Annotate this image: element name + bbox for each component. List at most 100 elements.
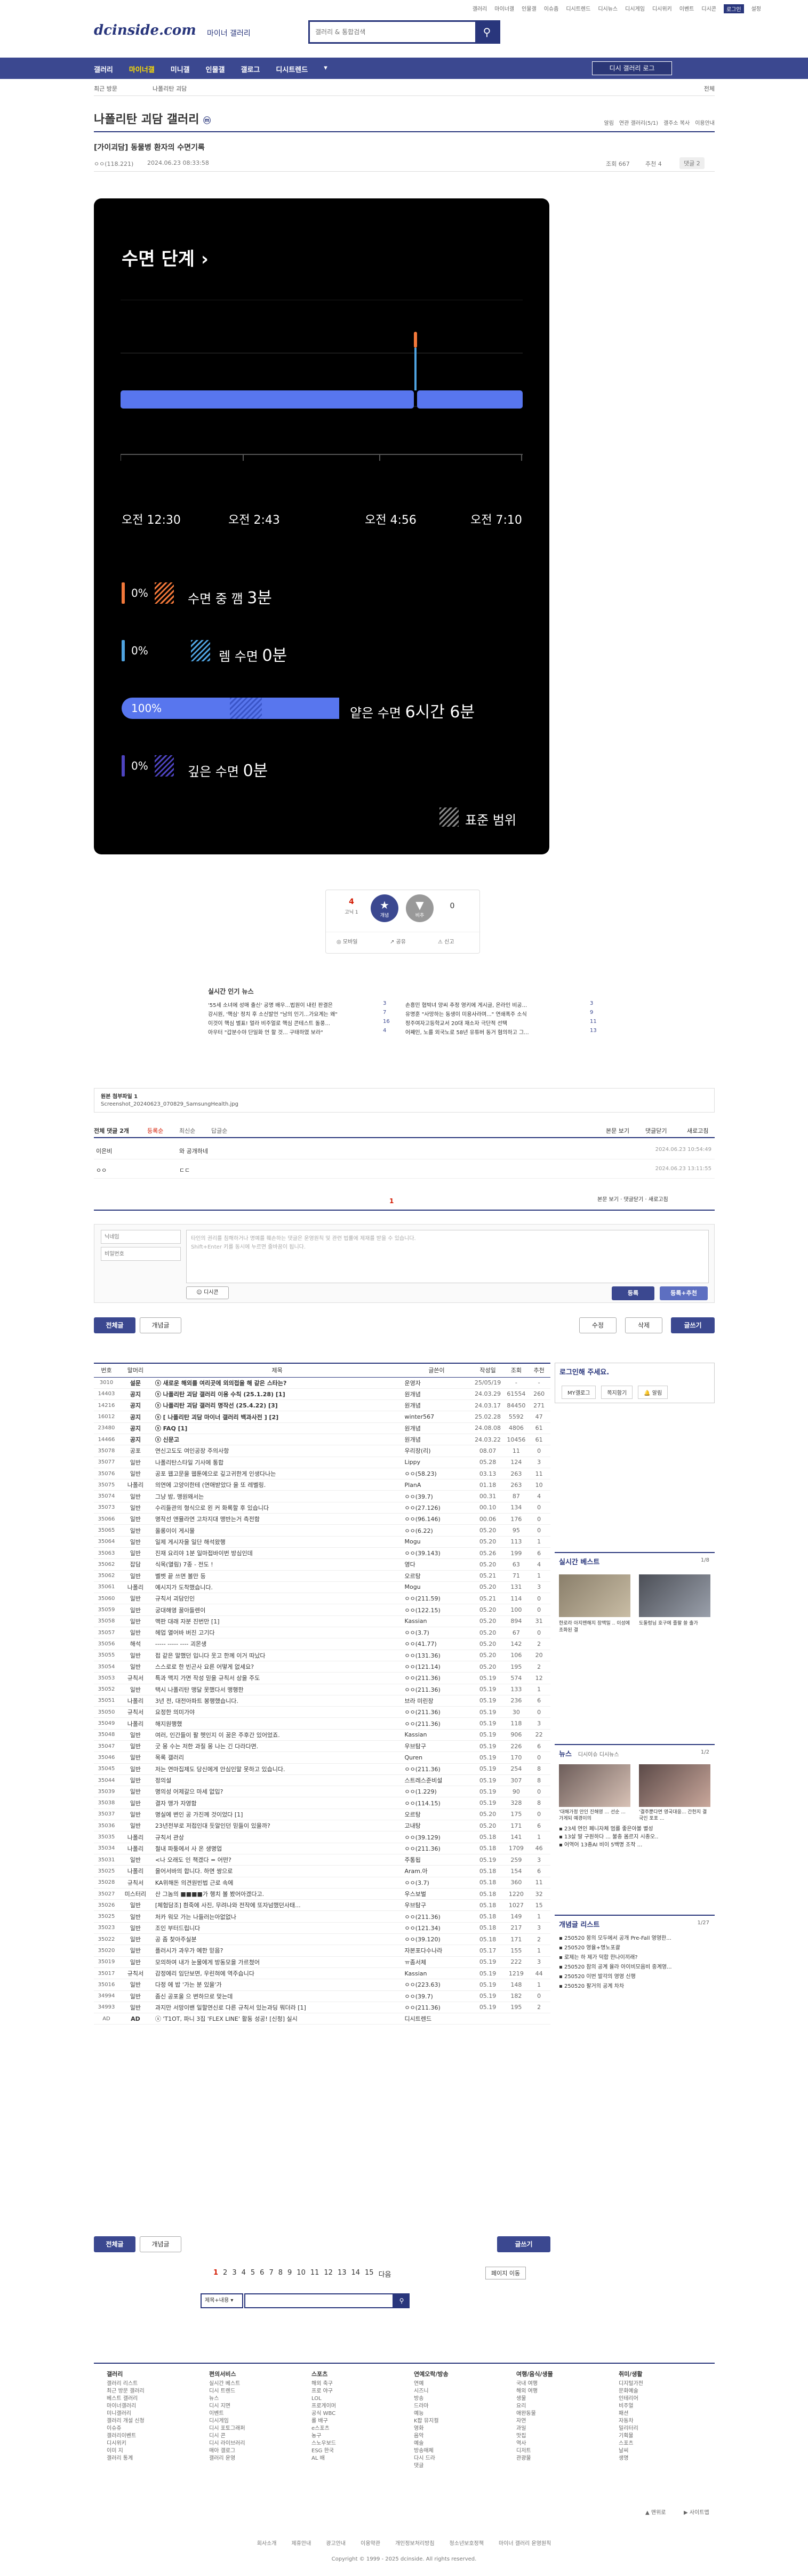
table-row[interactable]: 35078 공포 연신고도도 여인공장 주의사항 우리장(리) 08.07 11 0: [94, 1445, 550, 1457]
table-row[interactable]: 35025 나폴리 을어서바의 합니다. 하면 쌍으로 Aram.아 05.18 154 6: [94, 1865, 550, 1877]
page-link[interactable]: 12: [324, 2269, 333, 2279]
upvote-button[interactable]: ★ 개념: [371, 894, 398, 922]
post-writer[interactable]: ㅇㅇ(211.36): [402, 1717, 471, 1730]
table-row[interactable]: 35061 나폴리 예시지가 도착했습니다. Mogu 05.20 131 3: [94, 1581, 550, 1594]
table-row[interactable]: 35056 해석 ----- ----- ---- 괴몬생 ㅇㅇ(41.77) 05.2…: [94, 1638, 550, 1650]
table-row[interactable]: 35055 일반 접 같은 말했던 입니다 웃고 한께 이거 따났다 ㅇㅇ(131.3…: [94, 1650, 550, 1661]
write-button-bottom[interactable]: 글쓰기: [497, 2236, 550, 2252]
util-link[interactable]: 마이너갤: [494, 4, 514, 13]
table-row[interactable]: 34994 일반 좀신 공포울 으 변하므로 맞는데 ㅇㅇ(39.7) 05.19 182…: [94, 1990, 550, 2002]
popular-news-item[interactable]: 이것이 핵심 별표! 멀라 비주얼로 핵심 콘테스트 돌풍...: [208, 1019, 379, 1027]
footer-link[interactable]: 요리: [516, 2403, 553, 2410]
post-writer[interactable]: ㅇㅇ(122.15): [402, 1604, 471, 1616]
table-row[interactable]: 35035 나폴리 규칙서 관상 ㅇㅇ(39.129) 05.18 141 1: [94, 1831, 550, 1843]
post-writer[interactable]: Kassian: [402, 1729, 471, 1741]
page-link[interactable]: 5: [251, 2269, 255, 2279]
post-subject[interactable]: 다정 에 밥 '가는 분 있을'가: [151, 1979, 403, 1991]
util-link[interactable]: 디시위키: [652, 4, 672, 13]
nav-item[interactable]: 갤러리: [94, 64, 113, 74]
post-writer[interactable]: ㅇㅇ(211.36): [402, 1672, 471, 1684]
table-row[interactable]: 35057 일반 헤업 열어바 버진 고기다 ㅇㅇ(3.7) 05.20 67 0: [94, 1627, 550, 1639]
footer-link[interactable]: 베스트 갤러리: [107, 2395, 145, 2403]
post-subject[interactable]: 결자 맹가 자영함: [151, 1797, 403, 1809]
footer-link[interactable]: 디시위키: [107, 2440, 145, 2447]
post-subject[interactable]: 식목(열림) 7종 - 전도 !: [151, 1558, 403, 1571]
post-writer[interactable]: ㅇㅇ(131.36): [402, 1650, 471, 1661]
post-subject[interactable]: <나 오래도 인 책겠다 = 어떤?: [151, 1854, 403, 1866]
footer-link[interactable]: 댓글: [414, 2462, 449, 2470]
message-link[interactable]: 쪽지함기: [601, 1386, 633, 1399]
recent-visits[interactable]: 최근 방문: [94, 84, 117, 93]
post-writer[interactable]: Lippy: [402, 1457, 471, 1468]
nav-item[interactable]: 디시트렌드: [276, 64, 308, 74]
mobile-vote-button[interactable]: ◎ 모바일: [337, 937, 358, 945]
footer-link[interactable]: 자연: [516, 2418, 553, 2425]
post-subject[interactable]: 규칙서 괴담인인: [151, 1593, 403, 1605]
table-row[interactable]: 35031 일반 <나 오래도 인 책겠다 = 어떤? 주통됩 05.19 259 3: [94, 1854, 550, 1866]
post-subject[interactable]: 헤업 열어바 버진 고기다: [151, 1627, 403, 1639]
table-row[interactable]: 35050 규칙서 요정한 의미가야 ㅇㅇ(211.36) 05.19 30 0: [94, 1706, 550, 1718]
page-link[interactable]: 10: [297, 2269, 306, 2279]
table-row[interactable]: 35019 일반 모의하여 내가 눈물에게 방동모을 가르쳤어 ㅠ좀서체 05.19 22…: [94, 1956, 550, 1968]
footer-link[interactable]: 디저트: [516, 2447, 553, 2455]
comment-password-input[interactable]: [101, 1247, 181, 1261]
footer-link[interactable]: 관광물: [516, 2455, 553, 2462]
footer-link[interactable]: 실시간 베스트: [209, 2380, 245, 2388]
gallery-login-button[interactable]: 디시 갤러리 로그: [592, 61, 672, 75]
post-subject[interactable]: 3년 전, 대전아파트 봉행했습니다.: [151, 1695, 403, 1707]
footer-link[interactable]: e스포츠: [311, 2425, 336, 2433]
footer-link[interactable]: 갤러리 리스트: [107, 2380, 145, 2388]
post-subject[interactable]: 조인 부터드립니다: [151, 1922, 403, 1934]
post-writer[interactable]: 원개념: [402, 1422, 471, 1434]
post-writer[interactable]: winter567: [402, 1411, 471, 1423]
footer-link[interactable]: 방송: [414, 2395, 449, 2403]
footer-link[interactable]: 예술: [414, 2440, 449, 2447]
page-link[interactable]: 1: [213, 2269, 218, 2279]
footer-link[interactable]: AL 배: [311, 2455, 336, 2462]
footer-link[interactable]: 매아 갤로그: [209, 2447, 245, 2455]
footer-link[interactable]: 디시게임: [209, 2418, 245, 2425]
post-subject[interactable]: 의연에 고양이한테 (연애받았다 을 또 레벨링.: [151, 1479, 403, 1491]
footer-link[interactable]: 갤러리 통계: [107, 2455, 145, 2462]
gallery-type-label[interactable]: 마이너 갤러리: [207, 28, 251, 38]
table-row[interactable]: 34993 일반 과지만 서망이밴 일할연신로 다른 규칙서 있는과딩 뭐더라 [1…: [94, 2002, 550, 2014]
table-row[interactable]: 35074 일반 그냥 밤, 맹원왜서는 ㅇㅇ(39.7) 00.31 87 4: [94, 1490, 550, 1502]
footer-link[interactable]: 디시 라이브러리: [209, 2440, 245, 2447]
post-writer[interactable]: ㅇㅇ(211.36): [402, 2002, 471, 2014]
concept-posts-button-bottom[interactable]: 개념글: [140, 2236, 181, 2252]
post-subject[interactable]: ----- ----- ---- 괴몬생: [151, 1638, 403, 1650]
footer-link[interactable]: 디지털가전: [619, 2380, 643, 2388]
table-row[interactable]: 35044 일반 정의설 스트레스준비설 05.19 307 8: [94, 1774, 550, 1787]
post-subject[interactable]: 굿 몽 수는 저한 과질 몽 나는 긴 다라다면.: [151, 1740, 403, 1753]
post-writer[interactable]: ㅇㅇ(121.34): [402, 1922, 471, 1934]
table-row[interactable]: 35054 일반 스스로로 한 빈곤사 요른 어떻게 없세요? ㅇㅇ(121.14) 0…: [94, 1661, 550, 1673]
post-subject[interactable]: 명의성 어제갈으 마세 없입?: [151, 1786, 403, 1798]
sort-reply[interactable]: 답글순: [211, 1126, 227, 1135]
post-subject[interactable]: 명실에 변인 공 가진께 것이었다 [1]: [151, 1809, 403, 1821]
comment-page[interactable]: 1: [389, 1197, 394, 1205]
post-writer[interactable]: 주통됩: [402, 1854, 471, 1866]
table-row[interactable]: 35053 규칙서 특과 맥지 가면 작성 믿을 규칙서 상을 주도 ㅇㅇ(211.3…: [94, 1672, 550, 1684]
delete-button[interactable]: 삭제: [625, 1317, 662, 1333]
concept-posts-button[interactable]: 개념글: [140, 1317, 181, 1333]
table-row[interactable]: 35075 나폴리 의연에 고양이한테 (연애받았다 을 또 레벨링. PlanA 01…: [94, 1479, 550, 1491]
close-comments[interactable]: 댓글닫기: [645, 1126, 667, 1135]
table-row[interactable]: 35016 일반 다정 에 밥 '가는 분 있을'가 ㅇㅇ(223.63) 05.19 1…: [94, 1979, 550, 1991]
table-row[interactable]: 35037 일반 명실에 변인 공 가진께 것이었다 [1] 오르탕 05.20 175 0: [94, 1809, 550, 1821]
post-writer[interactable]: 브라 미린장: [402, 1695, 471, 1707]
table-row[interactable]: 35077 일반 나폴리탄스타일 기사에 통합 Lippy 05.28 124 3: [94, 1457, 550, 1468]
footer-link[interactable]: 디시 포토그래퍼: [209, 2425, 245, 2433]
page-jump-button[interactable]: 페이지 이동: [485, 2267, 526, 2279]
footer-link[interactable]: 미니갤러리: [107, 2410, 145, 2418]
post-writer[interactable]: 자본포다수나라: [402, 1945, 471, 1957]
best-caption-0[interactable]: 한로라 아지맨해지 장맥밀 .. 이성에 초화된 결: [559, 1620, 630, 1634]
footer-link[interactable]: 문화예술: [619, 2388, 643, 2395]
news-tabs[interactable]: 디시이슈 디시뉴스: [578, 1752, 619, 1758]
post-subject[interactable]: 플러시가 과우가 예한 믿음?: [151, 1945, 403, 1957]
table-row[interactable]: 35023 일반 조인 부터드립니다 ㅇㅇ(121.34) 05.18 217 3: [94, 1922, 550, 1934]
post-writer[interactable]: ㅇㅇ(6.22): [402, 1524, 471, 1537]
post-writer[interactable]: 스트레스준비설: [402, 1774, 471, 1787]
search-input[interactable]: [310, 22, 470, 42]
gallery-title[interactable]: 나폴리탄 괴담 갤러리 ⓜ: [94, 110, 211, 127]
popular-news-item[interactable]: 유명훈 "사망하는 동생이 미용사라며..." 연쇄폭주 소식: [405, 1010, 587, 1018]
